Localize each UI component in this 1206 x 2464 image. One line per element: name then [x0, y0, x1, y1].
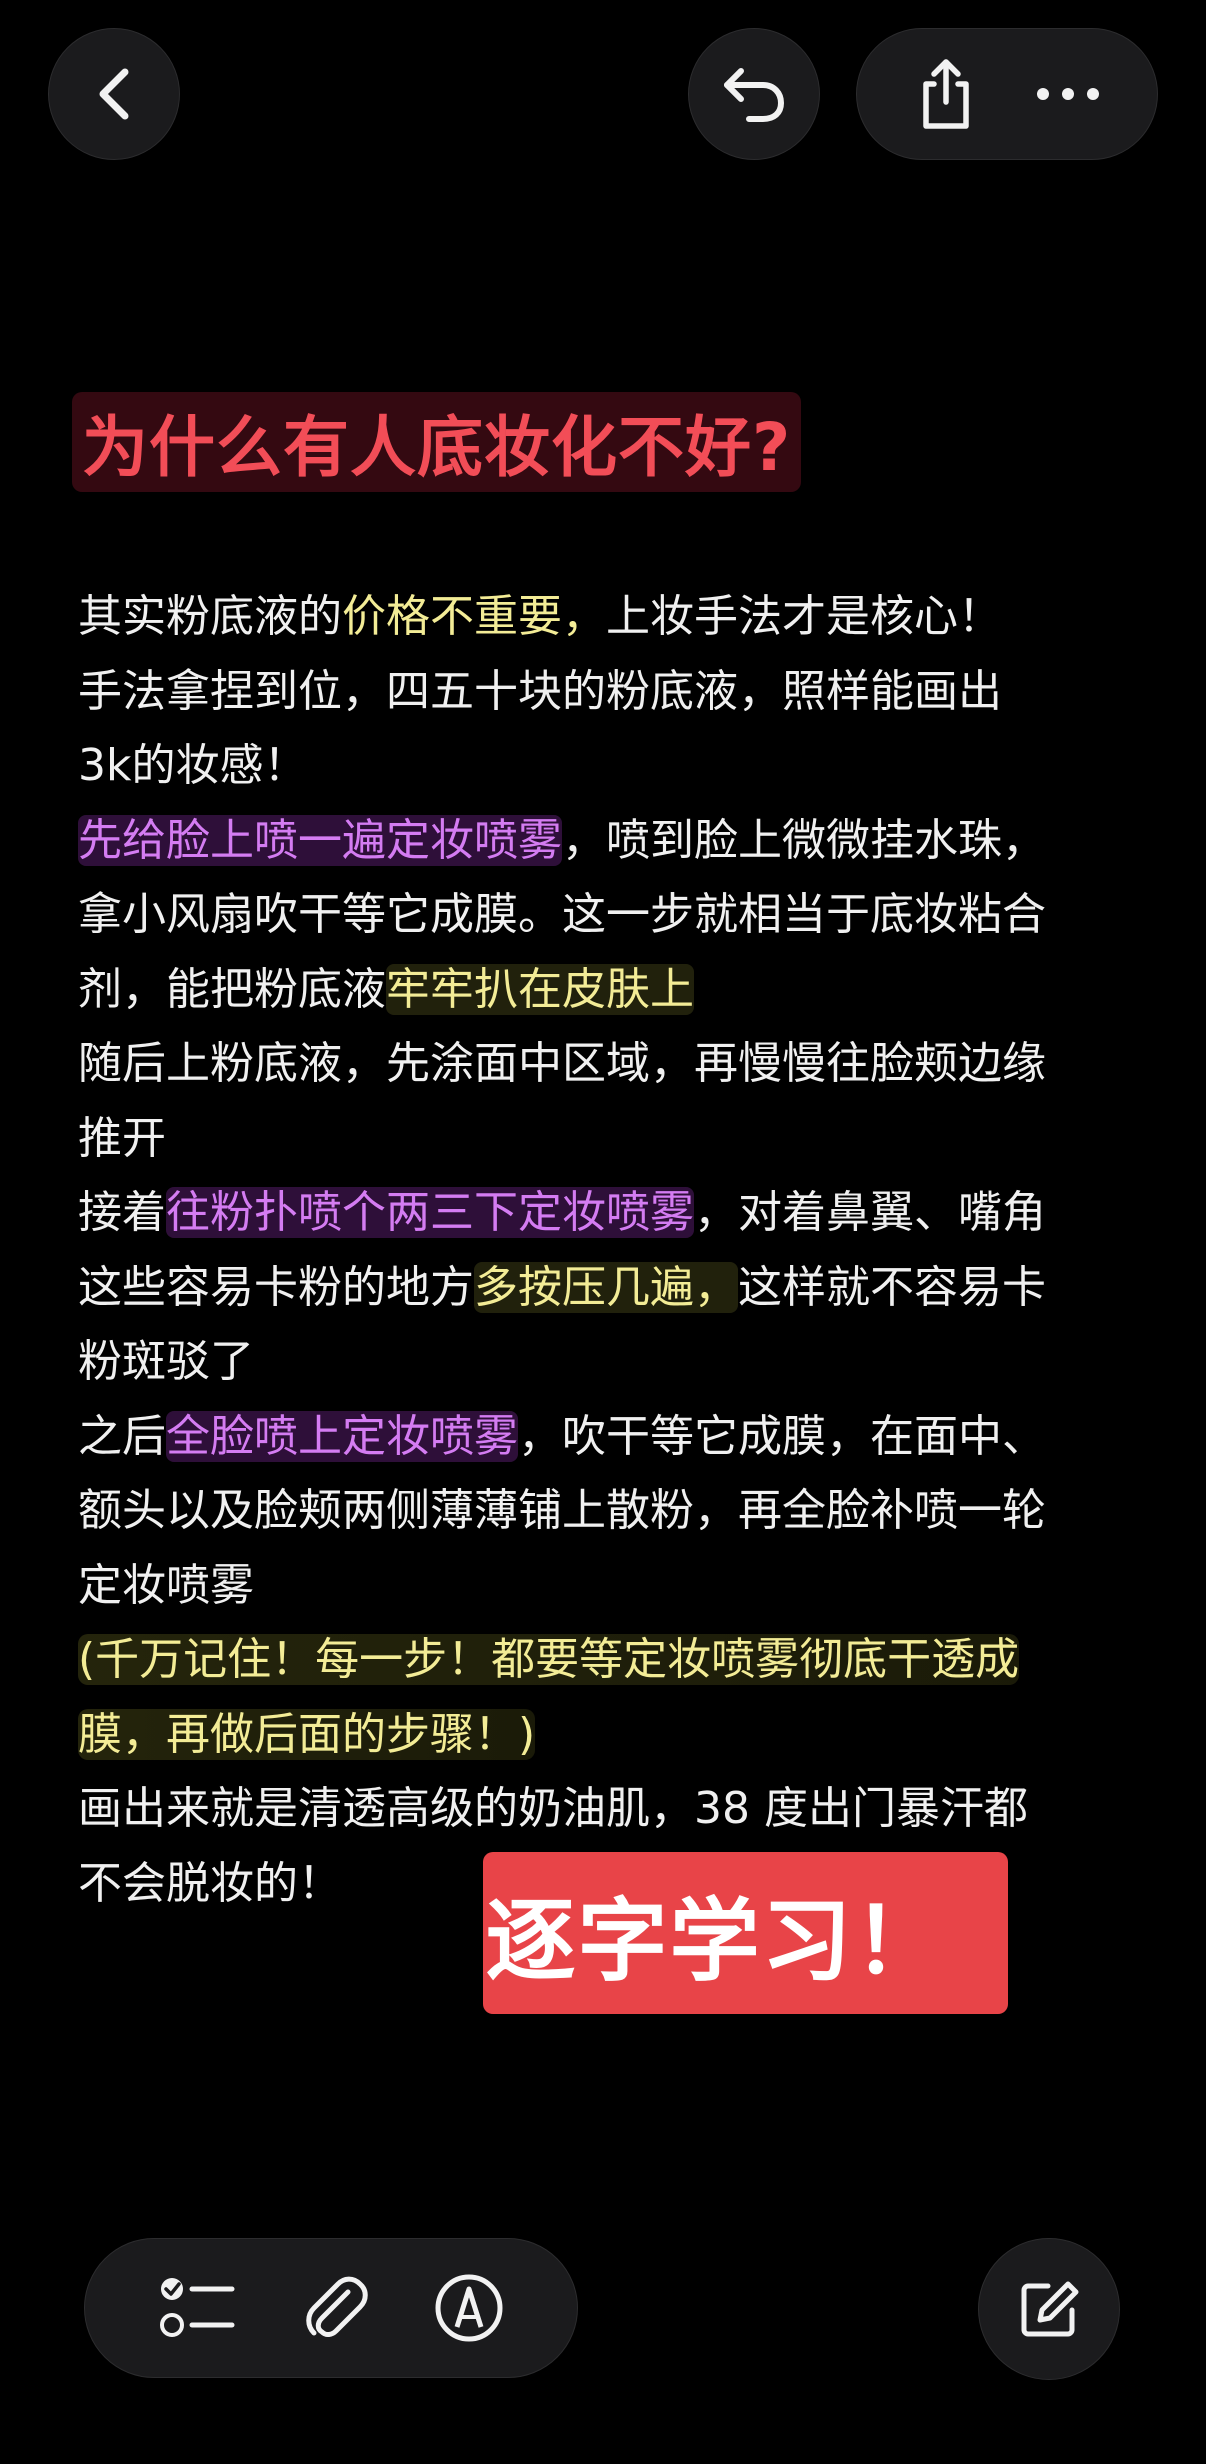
highlighted-text: (千万记住！每一步！都要等定妆喷雾彻底干透成: [78, 1634, 1020, 1685]
note-line: 额头以及脸颊两侧薄薄铺上散粉，再全脸补喷一轮: [78, 1474, 1138, 1549]
note-line: 其实粉底液的价格不重要，上妆手法才是核心！: [78, 580, 1138, 655]
note-title: 为什么有人底妆化不好?: [82, 409, 792, 486]
note-text: 上妆手法才是核心！: [606, 591, 1002, 642]
note-text: 定妆喷雾: [78, 1559, 254, 1611]
note-line: 膜，再做后面的步骤！): [78, 1698, 1138, 1773]
note-line: 拿小风扇吹干等它成膜。这一步就相当于底妆粘合: [78, 878, 1138, 953]
pen-markup-icon[interactable]: [434, 2273, 504, 2343]
note-line: 推开: [78, 1102, 1138, 1177]
sticker-label: 逐字学习！: [483, 1852, 1008, 2014]
chevron-left-icon: [91, 64, 137, 124]
note-line: 先给脸上喷一遍定妆喷雾，喷到脸上微微挂水珠，: [78, 804, 1138, 879]
back-button[interactable]: [48, 28, 180, 160]
highlighted-text: 价格不重要，: [342, 591, 606, 642]
highlighted-text: 多按压几遍，: [474, 1261, 738, 1313]
highlighted-text: 牢牢扒在皮肤上: [386, 963, 694, 1015]
note-line: 之后全脸喷上定妆喷雾，吹干等它成膜，在面中、: [78, 1400, 1138, 1475]
note-text: 接着: [78, 1187, 166, 1238]
checklist-icon[interactable]: [158, 2273, 236, 2343]
note-title-highlight: 为什么有人底妆化不好?: [72, 392, 802, 492]
note-line: 手法拿捏到位，四五十块的粉底液，照样能画出: [78, 655, 1138, 730]
note-text: ，吹干等它成膜，在面中、: [518, 1410, 1046, 1462]
undo-icon: [719, 61, 789, 127]
note-line: (千万记住！每一步！都要等定妆喷雾彻底干透成: [78, 1623, 1138, 1698]
note-text: 随后上粉底液，先涂面中区域，再慢慢往脸颊边缘: [78, 1038, 1046, 1089]
note-line: 定妆喷雾: [78, 1549, 1138, 1624]
note-text: 这样就不容易卡: [738, 1261, 1046, 1313]
note-text: 3k的妆感！: [78, 740, 308, 791]
note-line: 这些容易卡粉的地方多按压几遍，这样就不容易卡: [78, 1251, 1138, 1326]
note-text: ，对着鼻翼、嘴角: [694, 1187, 1046, 1238]
share-icon[interactable]: [914, 56, 978, 132]
note-line: 3k的妆感！: [78, 729, 1138, 804]
note-text: ，喷到脸上微微挂水珠，: [562, 814, 1046, 866]
sticker-text: 逐字学习！: [485, 1889, 946, 1994]
highlighted-text: 膜，再做后面的步骤！): [78, 1708, 536, 1760]
undo-button[interactable]: [688, 28, 820, 160]
note-text: 手法拿捏到位，四五十块的粉底液，照样能画出: [78, 665, 1002, 717]
highlighted-text: 往粉扑喷个两三下定妆喷雾: [166, 1187, 694, 1238]
highlighted-text: 全脸喷上定妆喷雾: [166, 1410, 518, 1462]
note-text: 剂，能把粉底液: [78, 963, 386, 1015]
note-text: 推开: [78, 1112, 166, 1164]
note-text: 额头以及脸颊两侧薄薄铺上散粉，再全脸补喷一轮: [78, 1485, 1046, 1536]
note-text: 这些容易卡粉的地方: [78, 1261, 474, 1313]
paperclip-icon[interactable]: [302, 2272, 368, 2344]
note-line: 粉斑驳了: [78, 1325, 1138, 1400]
note-text: 拿小风扇吹干等它成膜。这一步就相当于底妆粘合: [78, 889, 1046, 940]
note-text: 之后: [78, 1410, 166, 1462]
note-line: 剂，能把粉底液牢牢扒在皮肤上: [78, 953, 1138, 1028]
highlighted-text: 先给脸上喷一遍定妆喷雾: [78, 814, 562, 866]
note-text: 不会脱妆的！: [78, 1857, 342, 1909]
note-text: 粉斑驳了: [78, 1336, 254, 1387]
note-body[interactable]: 其实粉底液的价格不重要，上妆手法才是核心！ 手法拿捏到位，四五十块的粉底液，照样能…: [78, 580, 1138, 1921]
note-line: 随后上粉底液，先涂面中区域，再慢慢往脸颊边缘: [78, 1027, 1138, 1102]
compose-icon: [1018, 2278, 1080, 2340]
note-text: 其实粉底液的: [78, 591, 342, 642]
more-horizontal-icon[interactable]: [1035, 86, 1101, 102]
note-text: 画出来就是清透高级的奶油肌，38 度出门暴汗都: [78, 1783, 1028, 1834]
note-line: 接着往粉扑喷个两三下定妆喷雾，对着鼻翼、嘴角: [78, 1176, 1138, 1251]
compose-button[interactable]: [978, 2238, 1120, 2380]
note-line: 画出来就是清透高级的奶油肌，38 度出门暴汗都: [78, 1772, 1138, 1847]
bottom-toolbar: [84, 2238, 578, 2378]
toolbar-group: [856, 28, 1158, 160]
